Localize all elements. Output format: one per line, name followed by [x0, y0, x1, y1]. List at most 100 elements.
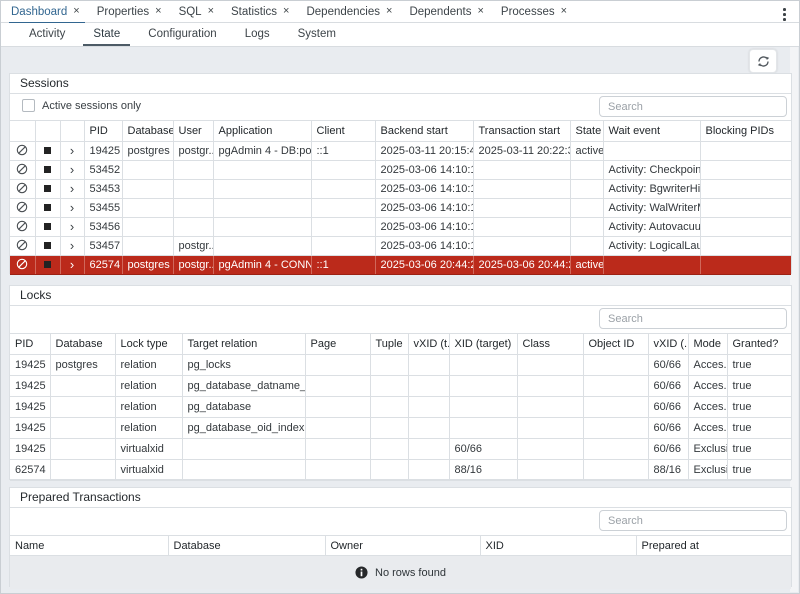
header-cell-lock-type[interactable]: Lock type [115, 334, 182, 355]
refresh-button[interactable] [749, 49, 777, 73]
terminate-icon[interactable] [44, 164, 51, 176]
expand-icon[interactable]: › [70, 165, 74, 177]
active-sessions-checkbox[interactable] [22, 99, 35, 112]
table-row[interactable]: 19425postgresrelationpg_locks60/66Acces.… [10, 355, 791, 376]
locks-search-input[interactable] [599, 308, 787, 329]
sessions-search-input[interactable] [599, 96, 787, 117]
table-row[interactable]: 19425virtualxid60/6660/66Exclusi...true [10, 439, 791, 460]
cell-blocking-pids [700, 218, 791, 237]
cell-database [122, 218, 173, 237]
window-tab-dashboard[interactable]: Dashboard× [9, 1, 87, 23]
table-row[interactable]: ›534552025-03-06 14:10:11 ...Activity: W… [10, 199, 791, 218]
expand-icon[interactable]: › [70, 260, 74, 272]
cancel-icon[interactable] [16, 261, 28, 273]
cancel-icon[interactable] [16, 242, 28, 254]
close-icon[interactable]: × [208, 6, 214, 17]
window-tab-properties[interactable]: Properties× [95, 1, 169, 23]
subtab-system[interactable]: System [284, 23, 350, 46]
window-tab-dependencies[interactable]: Dependencies× [304, 1, 399, 23]
table-row[interactable]: ›53457postgr...2025-03-06 14:10:11 ...Ac… [10, 237, 791, 256]
active-sessions-filter[interactable]: Active sessions only [22, 99, 141, 112]
header-cell-blocking-pids[interactable]: Blocking PIDs [700, 121, 791, 142]
close-icon[interactable]: × [155, 6, 161, 17]
terminate-icon[interactable] [44, 202, 51, 214]
table-row[interactable]: 19425relationpg_database_oid_index60/66A… [10, 418, 791, 439]
header-cell-vxid-t[interactable]: vXID (t... [408, 334, 449, 355]
close-icon[interactable]: × [386, 6, 392, 17]
header-cell-object-id[interactable]: Object ID [583, 334, 648, 355]
kebab-menu-icon[interactable] [779, 5, 790, 24]
header-cell-owner[interactable]: Owner [325, 536, 480, 556]
table-row[interactable]: 62574virtualxid88/1688/16Exclusi...true [10, 460, 791, 481]
header-cell-tuple[interactable]: Tuple [370, 334, 408, 355]
header-cell-xid[interactable]: XID [480, 536, 636, 556]
cancel-icon[interactable] [16, 223, 28, 235]
cell-mode: Acces... [688, 376, 727, 397]
header-cell-xid-target[interactable]: XID (target) [449, 334, 517, 355]
header-cell-empty [10, 121, 35, 142]
table-row[interactable]: ›534532025-03-06 14:10:11 ...Activity: B… [10, 180, 791, 199]
header-cell-page[interactable]: Page [305, 334, 370, 355]
cancel-icon[interactable] [16, 185, 28, 197]
window-tab-sql[interactable]: SQL× [177, 1, 221, 23]
header-cell-pid[interactable]: PID [10, 334, 50, 355]
expand-icon[interactable]: › [70, 184, 74, 196]
header-cell-transaction-start[interactable]: Transaction start [473, 121, 570, 142]
terminate-icon[interactable] [44, 221, 51, 233]
expand-icon[interactable]: › [70, 241, 74, 253]
table-row[interactable]: ›534522025-03-06 14:10:11 ...Activity: C… [10, 161, 791, 180]
prepared-search-input[interactable] [599, 510, 787, 531]
window-tab-statistics[interactable]: Statistics× [229, 1, 296, 23]
header-cell-application[interactable]: Application [213, 121, 311, 142]
cell-wait-event: Activity: Autovacuum... [603, 218, 700, 237]
header-cell-state[interactable]: State [570, 121, 603, 142]
header-cell-name[interactable]: Name [10, 536, 168, 556]
expand-icon[interactable]: › [70, 146, 74, 158]
terminate-icon[interactable] [44, 240, 51, 252]
header-cell-class[interactable]: Class [517, 334, 583, 355]
header-cell-user[interactable]: User [173, 121, 213, 142]
cell-user [173, 180, 213, 199]
header-cell-target-relation[interactable]: Target relation [182, 334, 305, 355]
subtab-activity[interactable]: Activity [15, 23, 79, 46]
table-row[interactable]: 19425relationpg_database_datname_ind...6… [10, 376, 791, 397]
cell-backend-start: 2025-03-06 14:10:11 ... [375, 180, 473, 199]
header-cell-granted[interactable]: Granted? [727, 334, 791, 355]
window-tab-dependents[interactable]: Dependents× [407, 1, 490, 23]
table-row[interactable]: ›19425postgrespostgr...pgAdmin 4 - DB:po… [10, 142, 791, 161]
close-icon[interactable]: × [73, 6, 79, 17]
cancel-icon[interactable] [16, 204, 28, 216]
cell-state [570, 237, 603, 256]
close-icon[interactable]: × [477, 6, 483, 17]
header-cell-database[interactable]: Database [168, 536, 325, 556]
header-cell-vxid[interactable]: vXID (... [648, 334, 688, 355]
terminate-icon[interactable] [44, 183, 51, 195]
sessions-table: PIDDatabaseUserApplicationClientBackend … [10, 120, 791, 275]
subtab-configuration[interactable]: Configuration [134, 23, 230, 46]
header-cell-database[interactable]: Database [122, 121, 173, 142]
header-cell-mode[interactable]: Mode [688, 334, 727, 355]
table-row[interactable]: ›62574postgrespostgr...pgAdmin 4 - CONN:… [10, 256, 791, 275]
close-icon[interactable]: × [561, 6, 567, 17]
header-cell-backend-start[interactable]: Backend start [375, 121, 473, 142]
cancel-icon[interactable] [16, 147, 28, 159]
subtab-logs[interactable]: Logs [231, 23, 284, 46]
header-cell-pid[interactable]: PID [84, 121, 122, 142]
expand-icon[interactable]: › [70, 222, 74, 234]
table-row[interactable]: ›534562025-03-06 14:10:11 ...Activity: A… [10, 218, 791, 237]
header-cell-client[interactable]: Client [311, 121, 375, 142]
window-tab-processes[interactable]: Processes× [499, 1, 574, 23]
terminate-icon[interactable] [44, 259, 51, 271]
subtab-state[interactable]: State [79, 23, 134, 46]
cell-xid-target [449, 355, 517, 376]
table-row[interactable]: 19425relationpg_database60/66Acces...tru… [10, 397, 791, 418]
header-cell-prepared-at[interactable]: Prepared at [636, 536, 791, 556]
window-tabs: Dashboard× Properties× SQL× Statistics× Depe… [9, 1, 582, 23]
close-icon[interactable]: × [283, 6, 289, 17]
cancel-icon[interactable] [16, 166, 28, 178]
terminate-icon[interactable] [44, 145, 51, 157]
expand-icon[interactable]: › [70, 203, 74, 215]
header-cell-database[interactable]: Database [50, 334, 115, 355]
header-cell-wait-event[interactable]: Wait event [603, 121, 700, 142]
cell-state: active [570, 142, 603, 161]
